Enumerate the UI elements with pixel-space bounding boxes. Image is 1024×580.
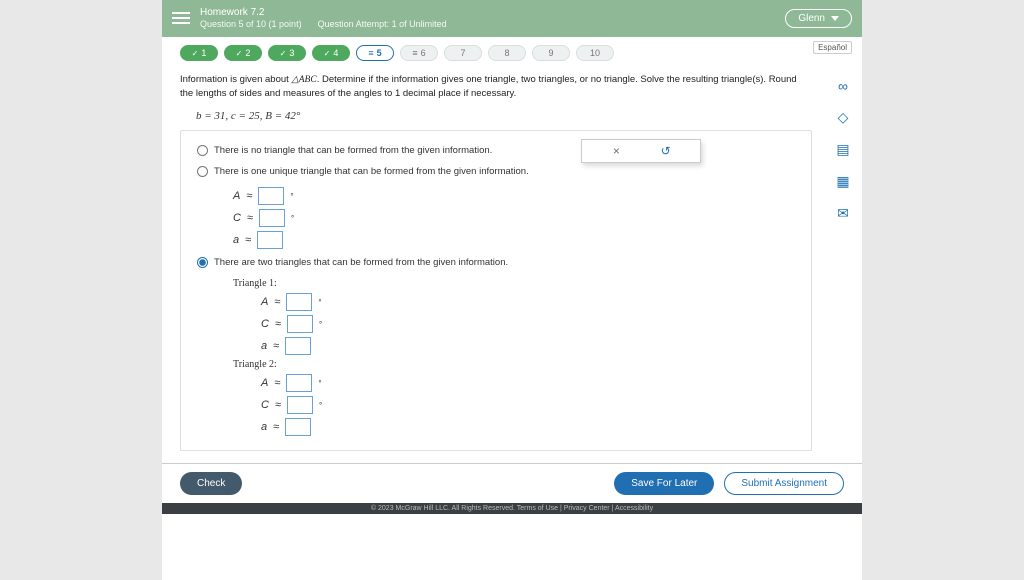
t2-A-input[interactable] [286, 374, 312, 392]
t1-A-row: A≈° [261, 293, 795, 311]
option-two-triangles[interactable]: There are two triangles that can be form… [197, 257, 795, 268]
option-no-triangle[interactable]: There is no triangle that can be formed … [197, 145, 795, 156]
answer-panel: × ↺ There is no triangle that can be for… [180, 130, 812, 451]
app-window: Homework 7.2 Question 5 of 10 (1 point) … [162, 0, 862, 580]
right-toolbar: ∞ ◇ ▤ ▦ ✉ [830, 65, 862, 464]
question-nav: Español 1234 ≡5 ≡6 789 10 [162, 37, 862, 65]
one-A-row: A≈° [233, 187, 795, 205]
check-button[interactable]: Check [180, 472, 242, 495]
t2-a-input[interactable] [285, 418, 311, 436]
attempt-info: Question Attempt: 1 of Unlimited [318, 19, 447, 31]
header-titles: Homework 7.2 Question 5 of 10 (1 point) … [200, 6, 775, 31]
notes-icon[interactable]: ▤ [834, 141, 852, 159]
given-values: b = 31, c = 25, B = 42° [180, 106, 812, 130]
diamond-icon[interactable]: ◇ [834, 109, 852, 127]
one-C-input[interactable] [259, 209, 285, 227]
nav-q3[interactable]: 3 [268, 45, 306, 61]
nav-q5[interactable]: ≡5 [356, 45, 394, 61]
menu-icon[interactable] [172, 9, 190, 27]
save-for-later-button[interactable]: Save For Later [614, 472, 714, 495]
chevron-down-icon [831, 16, 839, 21]
t2-A-row: A≈° [261, 374, 795, 392]
calculator-icon[interactable]: ▦ [834, 173, 852, 191]
nav-q1[interactable]: 1 [180, 45, 218, 61]
answer-toolbar: × ↺ [581, 139, 701, 163]
user-menu[interactable]: Glenn [785, 9, 852, 28]
t1-A-input[interactable] [286, 293, 312, 311]
header-bar: Homework 7.2 Question 5 of 10 (1 point) … [162, 0, 862, 37]
language-toggle[interactable]: Español [813, 41, 852, 54]
footer-bar: Check Save For Later Submit Assignment [162, 463, 862, 503]
reset-icon[interactable]: ↺ [651, 144, 681, 158]
radio-one-triangle[interactable] [197, 166, 208, 177]
nav-q10[interactable]: 10 [576, 45, 614, 61]
legal-footer: © 2023 McGraw Hill LLC. All Rights Reser… [162, 503, 862, 514]
radio-two-triangles[interactable] [197, 257, 208, 268]
one-A-input[interactable] [258, 187, 284, 205]
t1-C-row: C≈° [261, 315, 795, 333]
question-prompt: Information is given about △ABC. Determi… [180, 73, 812, 101]
option-one-triangle[interactable]: There is one unique triangle that can be… [197, 166, 795, 177]
nav-q8[interactable]: 8 [488, 45, 526, 61]
assignment-title: Homework 7.2 [200, 6, 775, 19]
mail-icon[interactable]: ✉ [834, 205, 852, 223]
nav-q9[interactable]: 9 [532, 45, 570, 61]
question-body: Information is given about △ABC. Determi… [162, 65, 830, 464]
question-position: Question 5 of 10 (1 point) [200, 19, 302, 31]
triangle1-label: Triangle 1: [233, 278, 795, 289]
nav-q2[interactable]: 2 [224, 45, 262, 61]
radio-no-triangle[interactable] [197, 145, 208, 156]
t1-a-row: a≈ [261, 337, 795, 355]
triangle2-label: Triangle 2: [233, 359, 795, 370]
one-a-row: a≈ [233, 231, 795, 249]
t1-C-input[interactable] [287, 315, 313, 333]
t2-C-input[interactable] [287, 396, 313, 414]
clear-icon[interactable]: × [601, 144, 631, 158]
nav-q4[interactable]: 4 [312, 45, 350, 61]
t2-C-row: C≈° [261, 396, 795, 414]
one-C-row: C≈° [233, 209, 795, 227]
submit-assignment-button[interactable]: Submit Assignment [724, 472, 844, 495]
one-a-input[interactable] [257, 231, 283, 249]
t2-a-row: a≈ [261, 418, 795, 436]
t1-a-input[interactable] [285, 337, 311, 355]
infinity-icon[interactable]: ∞ [834, 77, 852, 95]
nav-q6[interactable]: ≡6 [400, 45, 438, 61]
nav-q7[interactable]: 7 [444, 45, 482, 61]
user-name: Glenn [798, 13, 825, 24]
